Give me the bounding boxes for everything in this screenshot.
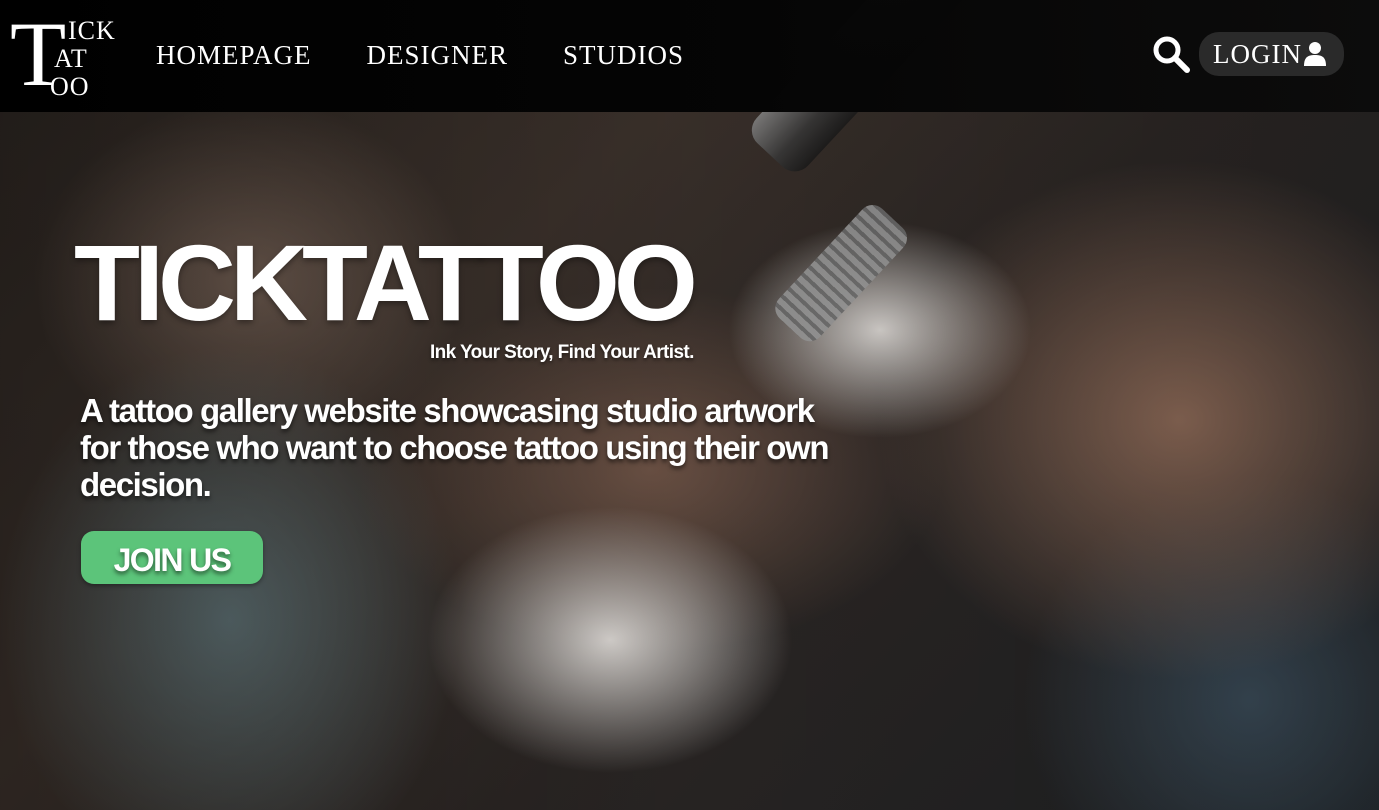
login-button[interactable]: LOGIN xyxy=(1199,32,1344,76)
hero-description: A tattoo gallery website showcasing stud… xyxy=(80,392,829,503)
top-navigation-bar: T ICK AT OO HOMEPAGE DESIGNER STUDIOS LO… xyxy=(0,0,1379,112)
nav-studios[interactable]: STUDIOS xyxy=(563,40,684,71)
join-us-button[interactable]: JOIN US xyxy=(81,531,263,584)
logo-line-3: OO xyxy=(50,72,90,101)
logo-line-2: AT xyxy=(54,44,88,73)
main-nav: HOMEPAGE DESIGNER STUDIOS xyxy=(156,40,684,71)
site-logo[interactable]: T ICK AT OO xyxy=(10,8,120,101)
logo-line-1: ICK xyxy=(68,16,116,45)
login-label: LOGIN xyxy=(1213,38,1302,69)
user-icon xyxy=(1304,42,1326,66)
nav-designer[interactable]: DESIGNER xyxy=(367,40,509,71)
hero-title: TICKTATTOO xyxy=(74,222,698,343)
search-icon[interactable] xyxy=(1152,35,1190,73)
nav-homepage[interactable]: HOMEPAGE xyxy=(156,40,312,71)
hero-tagline: Ink Your Story, Find Your Artist. xyxy=(430,342,694,363)
tattoo-machine-grip-graphic xyxy=(769,199,913,348)
